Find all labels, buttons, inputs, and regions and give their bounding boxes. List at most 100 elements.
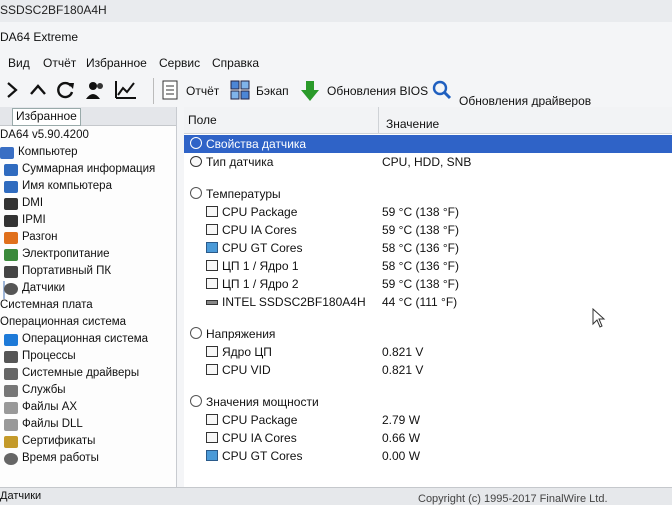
table-row[interactable]: CPU GT Cores 58 °C (136 °F) — [184, 239, 672, 257]
field-value: 58 °C (136 °F) — [382, 259, 459, 273]
chip-icon — [206, 260, 218, 271]
table-row[interactable]: Тип датчика CPU, HDD, SNB — [184, 153, 672, 171]
chart-icon[interactable] — [114, 78, 138, 102]
gpu-icon — [206, 242, 218, 253]
field-value: 0.821 V — [382, 363, 424, 377]
column-field[interactable]: Поле — [188, 113, 217, 127]
process-icon — [4, 351, 18, 363]
up-icon[interactable] — [26, 78, 50, 102]
field-value: 44 °C (111 °F) — [382, 295, 458, 309]
table-group-row[interactable]: Температуры — [184, 185, 672, 203]
sidebar-item-label: IPMI — [22, 214, 46, 226]
laptop-icon — [4, 266, 18, 278]
flame-icon — [4, 232, 18, 244]
report-button[interactable]: Отчёт — [186, 84, 219, 98]
windows-icon — [4, 334, 18, 346]
power-icon — [190, 395, 202, 407]
sidebar-item-label: Разгон — [22, 231, 58, 243]
driver-icon — [4, 368, 18, 380]
field-value: 2.79 W — [382, 413, 421, 427]
sidebar-item-label: DMI — [22, 197, 44, 209]
table-row[interactable]: CPU Package 2.79 W — [184, 411, 672, 429]
driver-update-button[interactable]: Обновления драйверов — [459, 94, 591, 108]
menu-favorites[interactable]: Избранное — [86, 56, 147, 70]
status-bar: Датчики Copyright (c) 1995-2017 FinalWir… — [0, 487, 672, 505]
sidebar-item-label: Операционная система — [22, 333, 149, 345]
field-label: CPU IA Cores — [222, 223, 297, 237]
sidebar-item-label: Файлы AX — [22, 401, 78, 413]
menu-view[interactable]: Вид — [8, 56, 30, 70]
status-copyright: Copyright (c) 1995-2017 FinalWire Ltd. — [418, 493, 608, 505]
table-row[interactable]: CPU IA Cores 59 °C (138 °F) — [184, 221, 672, 239]
app-title: DA64 Extreme — [0, 30, 79, 44]
column-value[interactable]: Значение — [386, 117, 439, 131]
chip-icon — [206, 432, 218, 443]
menu-service[interactable]: Сервис — [159, 56, 200, 70]
field-label: Ядро ЦП — [222, 345, 272, 359]
toolbar-separator — [153, 78, 154, 104]
certificate-icon — [4, 436, 18, 448]
magnifier-icon[interactable] — [432, 80, 452, 100]
table-row[interactable]: CPU GT Cores 0.00 W — [184, 447, 672, 465]
report-icon[interactable] — [162, 80, 182, 100]
details-pane: Поле Значение Свойства датчика Тип датчик… — [184, 107, 672, 497]
field-label: CPU Package — [222, 205, 298, 219]
sidebar-item-label: Системные драйверы — [22, 367, 140, 379]
toolbar: Отчёт Бэкап Обновления BIOS Обновления д… — [0, 76, 672, 108]
voltage-icon — [190, 327, 202, 339]
menu-report[interactable]: Отчёт — [43, 56, 76, 70]
sidebar-item-label: Имя компьютера — [22, 180, 112, 192]
table-row[interactable]: CPU IA Cores 0.66 W — [184, 429, 672, 447]
group-label: Температуры — [206, 187, 281, 201]
window-title: SSDSC2BF180A4H — [0, 3, 107, 17]
field-value: 0.821 V — [382, 345, 424, 359]
ipmi-icon — [4, 215, 18, 227]
monitor-icon — [4, 181, 18, 193]
backup-button[interactable]: Бэкап — [256, 84, 289, 98]
field-value: 59 °C (138 °F) — [382, 223, 459, 237]
field-label: CPU Package — [222, 413, 298, 427]
sidebar-item-label: Файлы DLL — [22, 418, 83, 430]
back-icon[interactable] — [0, 78, 24, 102]
menu-help[interactable]: Справка — [212, 56, 259, 70]
sensor-icon — [190, 156, 202, 167]
table-row[interactable]: Ядро ЦП 0.821 V — [184, 343, 672, 361]
field-value: 0.66 W — [382, 431, 421, 445]
sidebar-item-label: Датчики — [22, 282, 66, 294]
clock-icon — [4, 453, 18, 465]
table-group-row[interactable]: Значения мощности — [184, 393, 672, 411]
column-divider[interactable] — [378, 107, 379, 133]
table-row[interactable]: CPU VID 0.821 V — [184, 361, 672, 379]
group-label: Свойства датчика — [206, 137, 307, 151]
field-value: CPU, HDD, SNB — [382, 155, 472, 169]
favorites-tab[interactable]: Избранное — [12, 108, 81, 126]
field-label: CPU VID — [222, 363, 271, 377]
thermometer-icon — [190, 187, 202, 199]
table-row[interactable]: CPU Package 59 °C (138 °F) — [184, 203, 672, 221]
table-group-row[interactable]: Свойства датчика — [184, 135, 672, 153]
chip-icon — [206, 206, 218, 217]
gear-icon — [4, 385, 18, 397]
sidebar-item-label: Сертификаты — [22, 435, 96, 447]
bios-update-button[interactable]: Обновления BIOS — [327, 84, 428, 98]
status-left: Датчики — [0, 490, 42, 502]
file-icon — [4, 419, 18, 431]
field-label: ЦП 1 / Ядро 1 — [222, 259, 299, 273]
chip-icon — [206, 346, 218, 357]
chip-icon — [206, 224, 218, 235]
users-icon[interactable] — [84, 78, 108, 102]
field-label: ЦП 1 / Ядро 2 — [222, 277, 299, 291]
sidebar-item-label: Электропитание — [22, 248, 110, 260]
menu-bar: Вид Отчёт Избранное Сервис Справка — [0, 56, 672, 74]
field-value: 59 °C (138 °F) — [382, 205, 459, 219]
refresh-icon[interactable] — [54, 78, 78, 102]
mouse-cursor-icon — [592, 308, 606, 328]
group-label: Значения мощности — [206, 395, 319, 409]
backup-icon[interactable] — [230, 80, 250, 100]
sidebar-item-label: Портативный ПК — [22, 265, 112, 277]
table-row[interactable]: ЦП 1 / Ядро 1 58 °C (136 °F) — [184, 257, 672, 275]
table-row[interactable]: ЦП 1 / Ядро 2 59 °C (138 °F) — [184, 275, 672, 293]
field-value: 58 °C (136 °F) — [382, 241, 459, 255]
download-arrow-icon[interactable] — [300, 80, 320, 101]
sidebar-item-label: Суммарная информация — [22, 163, 156, 175]
